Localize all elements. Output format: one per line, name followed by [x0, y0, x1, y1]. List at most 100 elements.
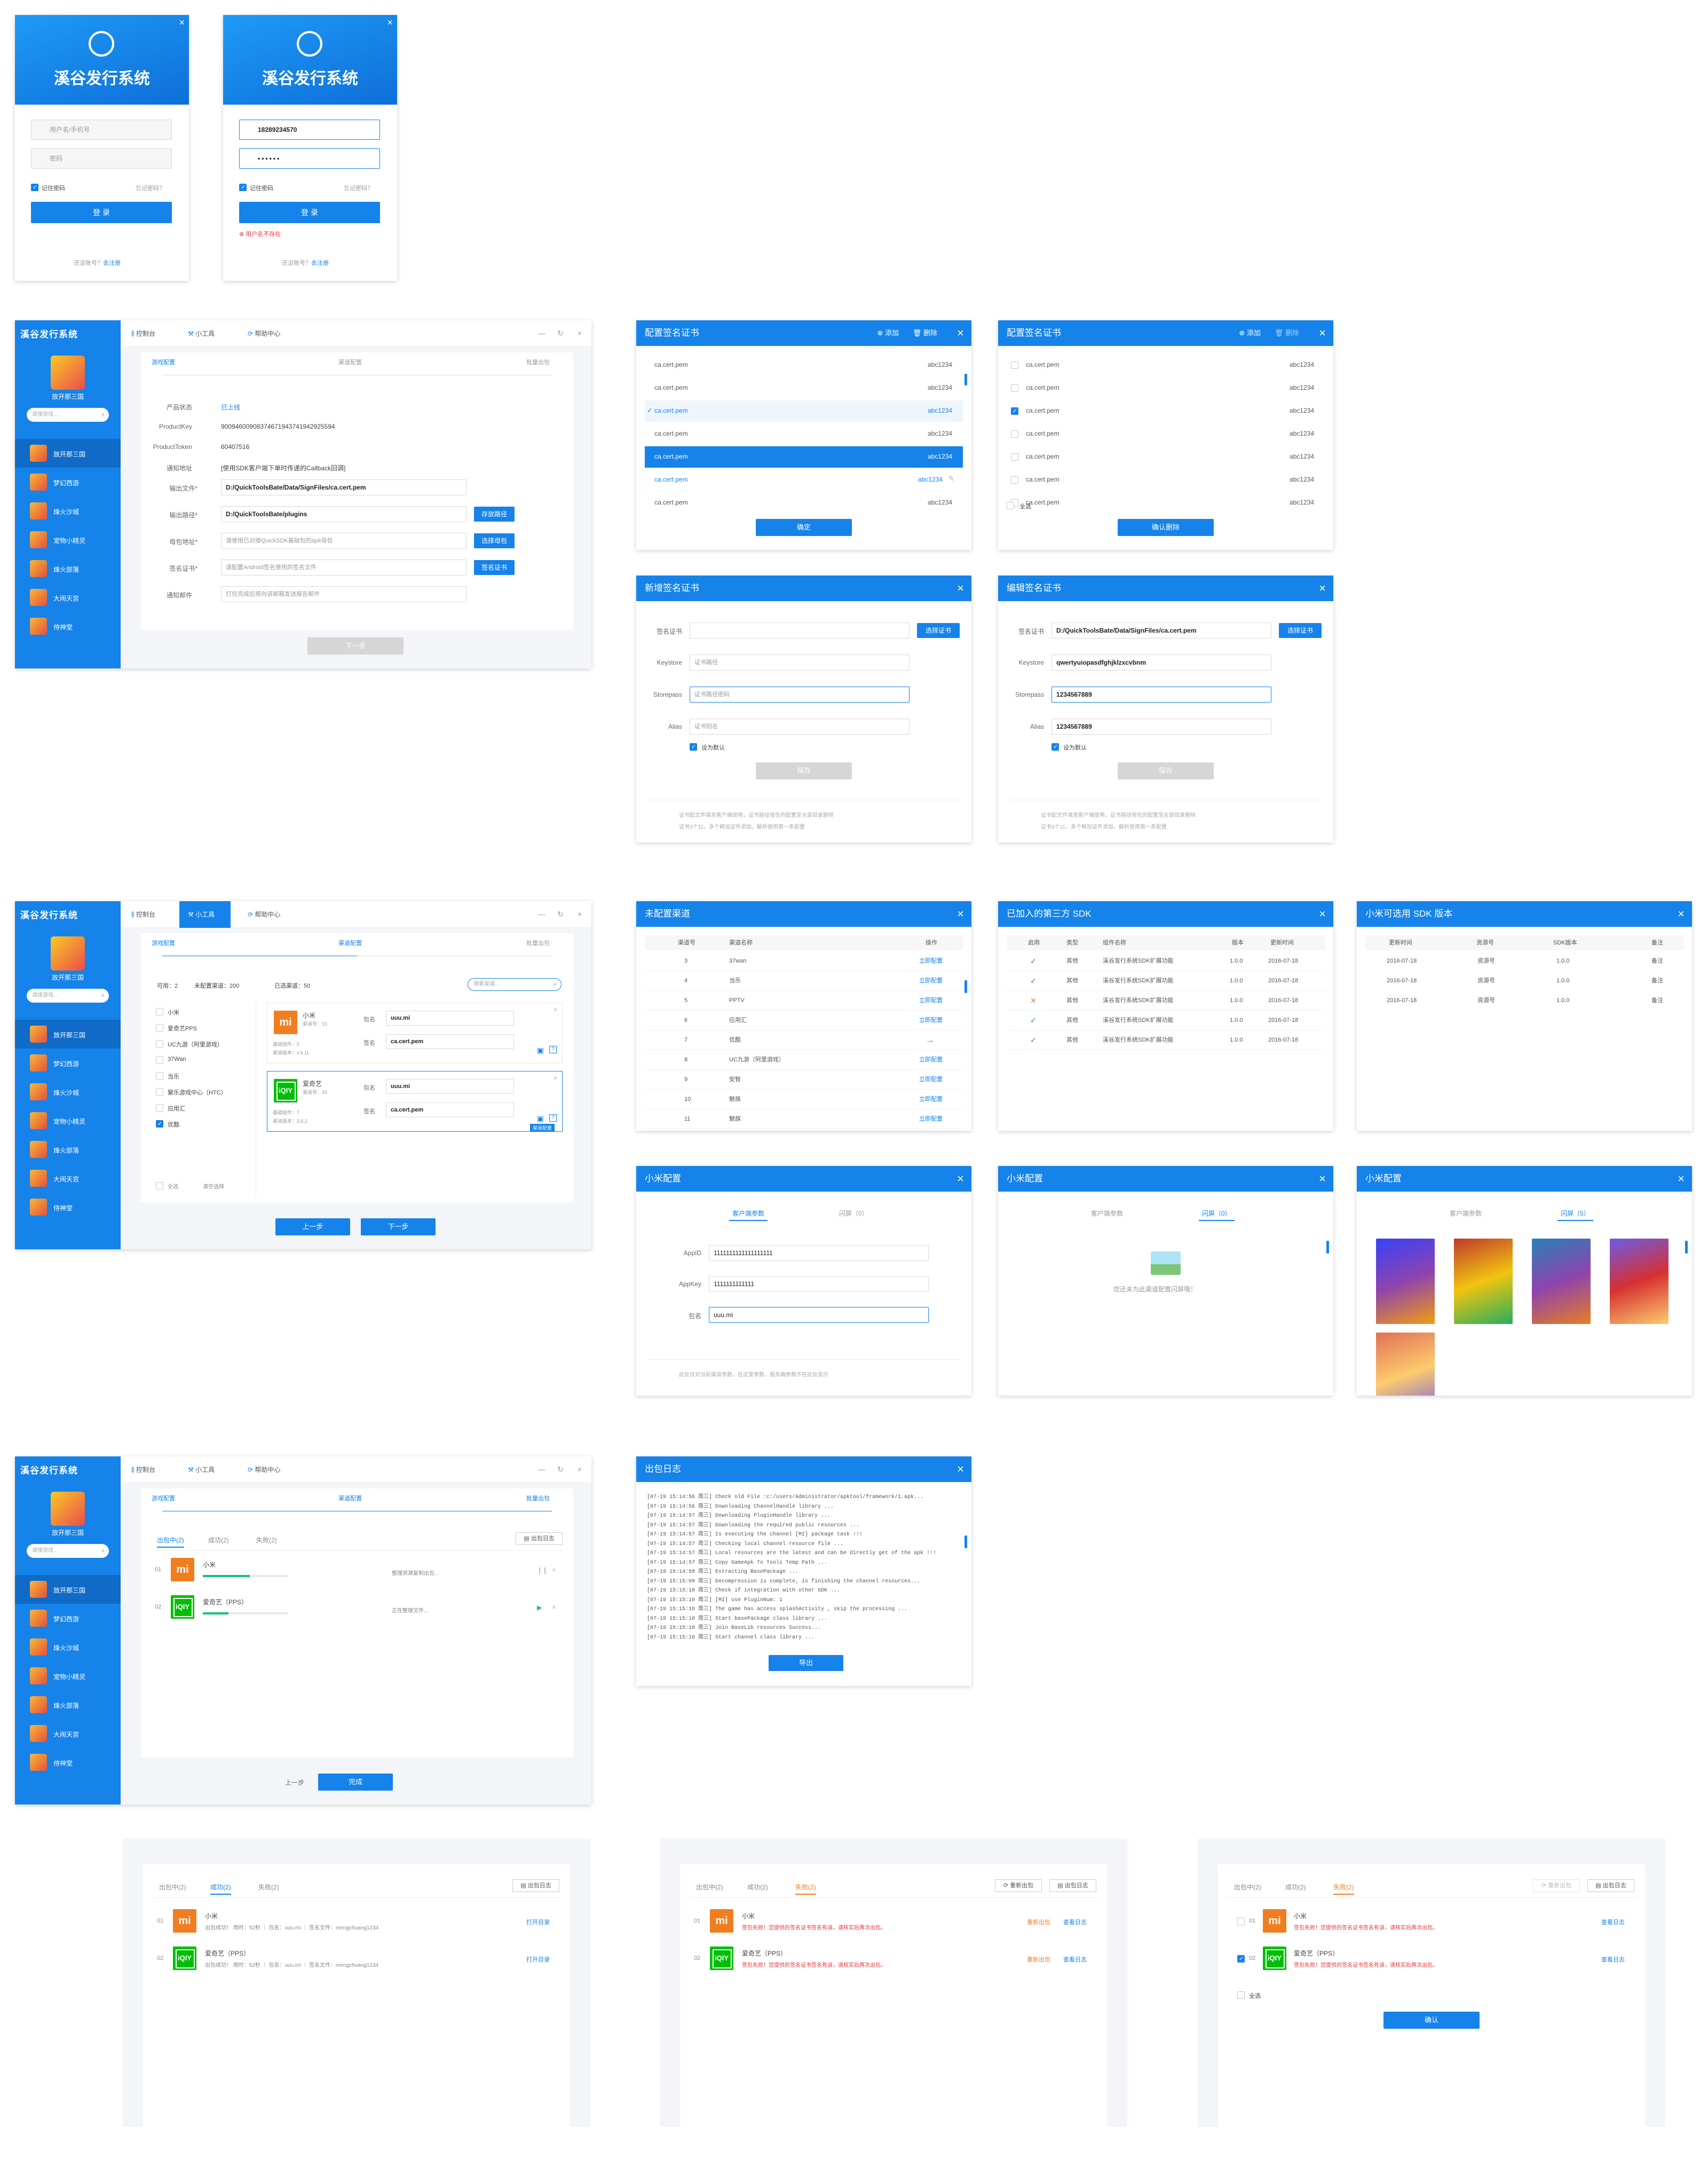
sidebar-game-item[interactable]: 烽火部落 [15, 1690, 121, 1719]
channel-search-input[interactable]: 搜索渠道... ⌕ [468, 978, 562, 991]
pause-icon[interactable]: ❙❙ [537, 1566, 548, 1574]
cert-row[interactable]: ca.cert.pemabc1234 [1007, 377, 1325, 399]
select-all-checkbox[interactable] [1237, 1991, 1245, 1999]
sidebar-game-item[interactable]: 烽火沙城 [15, 497, 121, 525]
help-icon[interactable]: ? [549, 1046, 557, 1053]
scrollbar[interactable] [964, 1535, 967, 1548]
sign-input[interactable]: ca.cert.pem [386, 1102, 514, 1117]
minimize-icon[interactable]: — [538, 910, 545, 918]
alias-input[interactable]: 证书别名 [690, 719, 910, 735]
channel-checkbox[interactable] [156, 1072, 163, 1080]
channel-checkbox[interactable] [156, 1088, 163, 1096]
sidebar-game-item[interactable]: 烽火部落 [15, 1135, 121, 1164]
enabled-check-icon[interactable]: ✓ [1030, 971, 1037, 991]
sidebar-game-item[interactable]: 梦幻西游 [15, 468, 121, 497]
build-log-button[interactable]: ▤ 出包日志 [516, 1532, 563, 1545]
play-icon[interactable]: ▶ [537, 1604, 542, 1611]
password-input[interactable]: 密码 [31, 148, 172, 169]
select-all-checkbox[interactable] [1007, 502, 1014, 509]
username-input[interactable]: 用户名/手机号 [31, 120, 172, 140]
splash-image[interactable] [1610, 1239, 1669, 1324]
configure-now-link[interactable]: 立即配置 [919, 1109, 943, 1129]
username-input[interactable]: 18289234570 [239, 120, 380, 140]
appkey-input[interactable]: 1111111111111 [709, 1276, 929, 1292]
game-search-input[interactable]: 请搜游戏... ⌕ [27, 408, 109, 422]
tab-success[interactable]: 成功(2) [1285, 1882, 1306, 1892]
tab-building[interactable]: 出包中(2) [696, 1882, 723, 1892]
channel-card[interactable]: iQIY 爱奇艺 渠道号：33 基础组件：7 渠道版本：3.6.2 包名 uuu.mi 签名 c… [267, 1071, 563, 1132]
unconfigured-count[interactable]: 未配置渠道：200 [194, 981, 239, 990]
sidebar-game-item[interactable]: 烽火沙城 [15, 1633, 121, 1661]
close-icon[interactable]: × [1319, 576, 1326, 601]
game-search-input[interactable]: 请搜游戏... ⌕ [27, 989, 109, 1003]
build-log-button[interactable]: ▤ 出包日志 [1049, 1879, 1096, 1892]
close-icon[interactable]: × [578, 1465, 582, 1474]
cert-input[interactable] [690, 623, 910, 639]
configure-now-link[interactable]: 立即配置 [919, 1011, 943, 1030]
cert-input[interactable]: D:/QuickToolsBate/Data/SignFiles/ca.cert… [1051, 623, 1271, 639]
minimize-icon[interactable]: — [538, 1465, 545, 1474]
sidebar-game-item[interactable]: 梦幻西游 [15, 1049, 121, 1077]
cert-row[interactable]: ca.cert.pemabc1234 [1007, 446, 1325, 468]
confirm-delete-button[interactable]: 确认删除 [1118, 519, 1214, 536]
sidebar-game-item[interactable]: 宠物小精灵 [15, 525, 121, 554]
sidebar-game-item[interactable]: 大闹天宫 [15, 583, 121, 612]
cert-row[interactable]: ca.cert.pemabc1234 [645, 423, 963, 445]
notify-mail-input[interactable]: 打包完成后将向该邮箱发送报告邮件 [221, 586, 466, 602]
tab-success[interactable]: 成功(2) [208, 1535, 229, 1545]
row-checkbox[interactable] [1011, 361, 1018, 369]
close-icon[interactable]: × [957, 901, 964, 927]
scrollbar[interactable] [964, 980, 967, 993]
pkg-input[interactable]: uuu.mi [386, 1011, 514, 1026]
configure-now-link[interactable]: 立即配置 [919, 1070, 943, 1090]
refresh-icon[interactable]: ↻ [557, 910, 564, 919]
sidebar-game-item[interactable]: 烽火部落 [15, 554, 121, 583]
close-icon[interactable]: × [553, 1074, 558, 1082]
splash-image[interactable] [1532, 1239, 1591, 1324]
scrollbar[interactable] [964, 374, 967, 385]
sidebar-game-item[interactable]: 侍神堂 [15, 1748, 121, 1777]
tab-fail[interactable]: 失败(2) [256, 1535, 277, 1545]
close-icon[interactable]: × [552, 1565, 556, 1574]
tab-help[interactable]: ⟳ 帮助中心 [239, 320, 298, 347]
table-row[interactable]: 2016-07-18 资源号 1.0.0 备注 [1365, 991, 1683, 1011]
close-icon[interactable]: × [957, 1166, 964, 1192]
tab-tools[interactable]: ⚒ 小工具 [179, 901, 231, 928]
tab-help[interactable]: ⟳ 帮助中心 [239, 1456, 298, 1483]
register-link[interactable]: 去注册 [103, 260, 121, 266]
cert-row[interactable]: ✓ ca.cert.pem abc1234 [645, 400, 963, 422]
cert-row[interactable]: ca.cert.pemabc1234 [1007, 469, 1325, 491]
configure-now-link[interactable]: 立即配置 [919, 1090, 943, 1109]
close-icon[interactable]: × [552, 1603, 556, 1611]
delete-button[interactable]: 🗑 删除 [913, 320, 937, 346]
login-button[interactable]: 登 录 [31, 202, 172, 223]
sidebar-game-item[interactable]: 大闹天宫 [15, 1719, 121, 1748]
out-path-button[interactable]: 存放路径 [474, 507, 515, 522]
enabled-check-icon[interactable]: ✓ [1030, 1030, 1037, 1050]
add-button[interactable]: ⊕ 添加 [1239, 320, 1261, 346]
view-log-link[interactable]: 查看日志 [1063, 1955, 1087, 1964]
alias-input[interactable]: 1234567889 [1051, 719, 1271, 735]
export-button[interactable]: 导出 [769, 1655, 843, 1671]
view-log-link[interactable]: 查看日志 [1601, 1955, 1625, 1964]
sidebar-game-item[interactable]: 梦幻西游 [15, 1604, 121, 1633]
sidebar-game-item[interactable]: 大闹天宫 [15, 1164, 121, 1193]
close-icon[interactable]: × [179, 17, 185, 28]
close-icon[interactable]: × [1319, 901, 1326, 927]
finish-button[interactable]: 完成 [318, 1774, 393, 1791]
table-row[interactable]: 2016-07-18 资源号 1.0.0 备注 [1365, 971, 1683, 991]
tab-client-params[interactable]: 客户端参数 [1450, 1209, 1482, 1218]
sidebar-game-item[interactable]: 侍神堂 [15, 612, 121, 641]
password-input[interactable]: •••••• [239, 148, 380, 169]
splash-image[interactable] [1376, 1333, 1435, 1396]
arrow-right-icon[interactable]: → [926, 1030, 934, 1050]
confirm-button[interactable]: 确定 [756, 519, 852, 536]
row-checkbox[interactable] [1011, 476, 1018, 484]
close-icon[interactable]: × [1678, 901, 1685, 927]
default-checkbox[interactable] [690, 743, 697, 751]
login-button[interactable]: 登 录 [239, 202, 380, 223]
tab-console[interactable]: ⫼ 控制台 [121, 1456, 172, 1483]
cert-row[interactable]: ca.cert.pemabc1234 [1007, 492, 1325, 514]
sign-cert-button[interactable]: 签名证书 [474, 560, 515, 575]
add-button[interactable]: ⊕ 添加 [877, 320, 899, 346]
